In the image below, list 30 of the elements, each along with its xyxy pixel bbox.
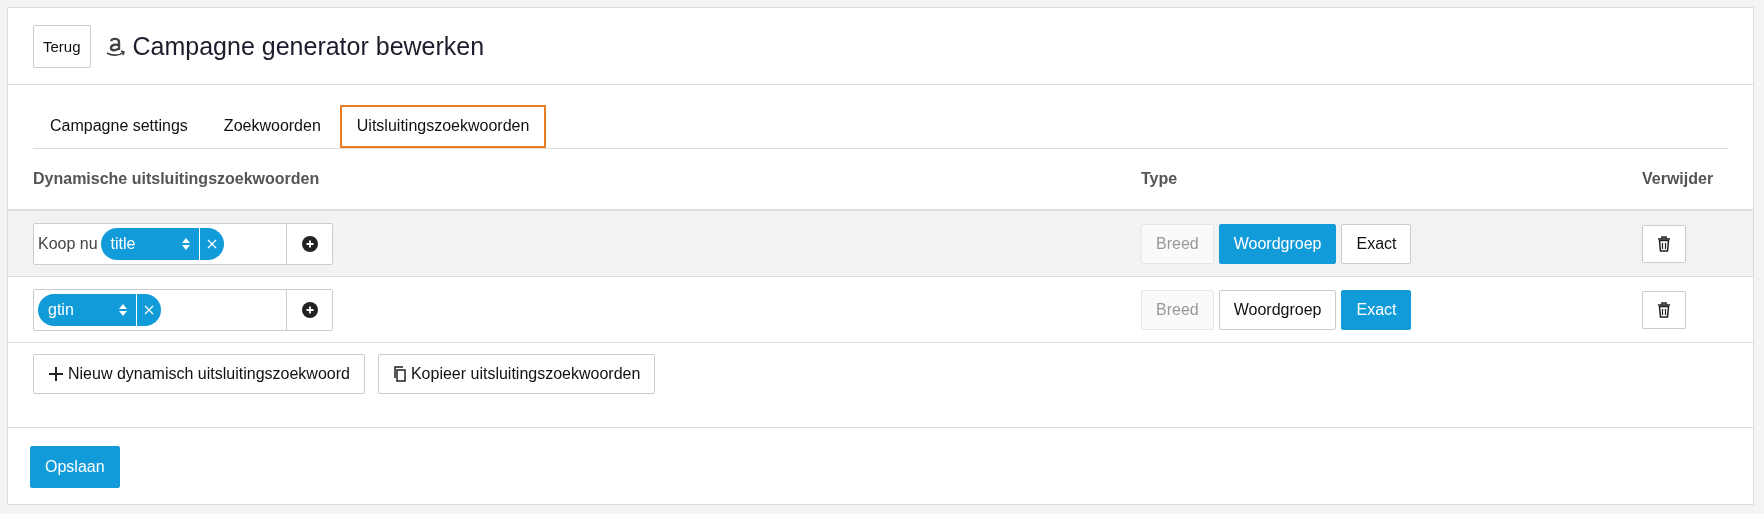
page-title: Campagne generator bewerken	[132, 31, 485, 61]
back-button[interactable]: Terug	[33, 24, 91, 68]
trash-icon	[1657, 301, 1671, 318]
close-icon	[206, 238, 217, 249]
tag-label: title	[110, 234, 137, 253]
keyword-text: Koop nu	[38, 234, 98, 253]
type-button[interactable]: Woordgroep	[1218, 289, 1337, 330]
tab[interactable]: Campagne settings	[33, 105, 205, 148]
tag-label: gtin	[48, 300, 75, 319]
keyword-field[interactable]: Koop nu title	[33, 222, 333, 265]
tab[interactable]: Zoekwoorden	[206, 105, 338, 148]
column-header: Verwijder	[1642, 170, 1715, 188]
copy-icon	[392, 366, 407, 382]
copy-button[interactable]: Kopieer uitsluitingszoekwoorden	[377, 354, 656, 394]
add-button[interactable]	[286, 289, 332, 330]
tab[interactable]: Uitsluitingszoekwoorden	[339, 105, 547, 148]
close-icon	[144, 304, 154, 315]
add-button[interactable]	[286, 223, 332, 264]
plus-circle-icon	[301, 301, 318, 318]
sort-icon	[180, 236, 191, 251]
add-keyword-button[interactable]: Nieuw dynamisch uitsluitingszoekwoord	[33, 354, 365, 394]
trash-icon	[1657, 235, 1671, 252]
plus-icon	[48, 366, 64, 382]
sort-icon	[118, 302, 128, 317]
type-button[interactable]: Exact	[1341, 223, 1412, 264]
plus-circle-icon	[301, 235, 318, 252]
column-header: Type	[1141, 170, 1179, 188]
delete-button[interactable]	[1642, 290, 1686, 329]
delete-button[interactable]	[1642, 224, 1686, 263]
column-header: Dynamische uitsluitingszoekwoorden	[33, 170, 321, 188]
